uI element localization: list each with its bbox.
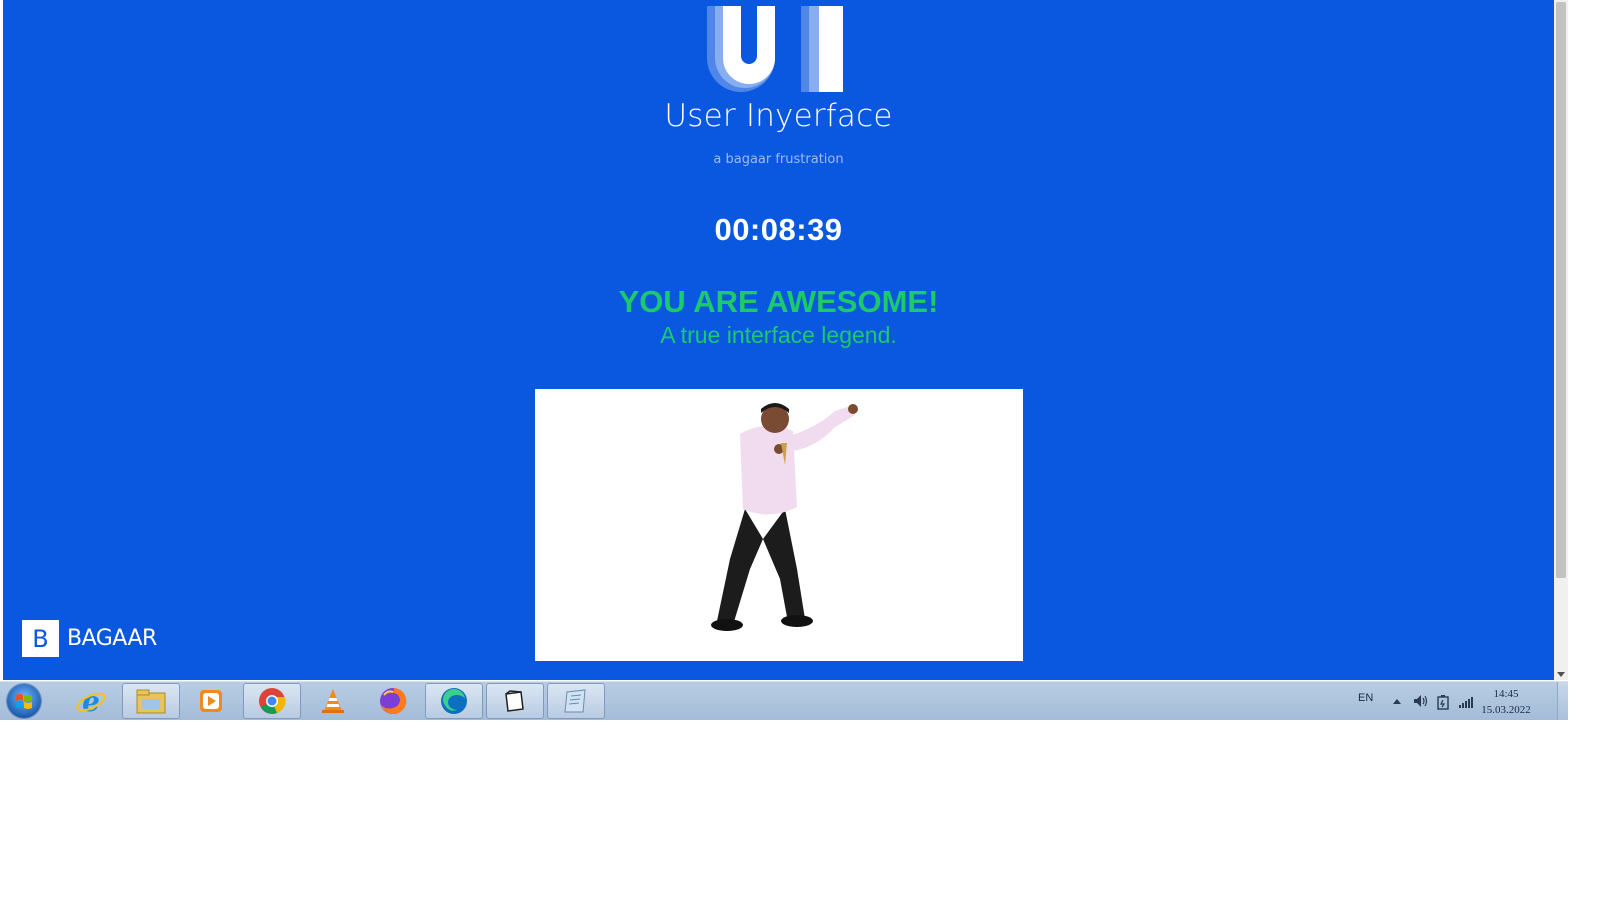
battery-power-icon[interactable] <box>1436 694 1450 710</box>
windows-logo-icon <box>16 694 32 709</box>
network-signal-icon[interactable] <box>1458 695 1474 708</box>
folder-icon <box>136 689 166 714</box>
taskbar-files[interactable] <box>486 683 544 719</box>
chrome-icon <box>259 688 286 714</box>
show-desktop-button[interactable] <box>1557 682 1568 720</box>
volume-icon[interactable] <box>1413 694 1429 708</box>
taskbar-firefox[interactable] <box>364 683 422 719</box>
taskbar-media-player[interactable] <box>182 683 240 719</box>
firefox-icon <box>380 687 407 714</box>
windows-taskbar: e EN 14:45 15.03.2022 <box>0 681 1568 720</box>
desktop-screen: User Inyerface a bagaar frustration 00:0… <box>0 0 1600 900</box>
success-headline: YOU ARE AWESOME! <box>618 284 939 319</box>
show-hidden-icons-icon[interactable] <box>1392 697 1402 705</box>
bagaar-logo-icon: B <box>22 620 59 657</box>
taskbar-vlc[interactable] <box>304 683 362 719</box>
taskbar-clock[interactable]: 14:45 15.03.2022 <box>1476 686 1536 718</box>
success-subline: A true interface legend. <box>660 322 897 348</box>
elapsed-timer: 00:08:39 <box>714 212 843 247</box>
system-tray: EN 14:45 15.03.2022 <box>1328 682 1568 720</box>
taskbar-internet-explorer[interactable]: e <box>62 683 120 719</box>
bagaar-brand[interactable]: B BAGAAR <box>22 620 157 657</box>
language-indicator[interactable]: EN <box>1358 692 1373 704</box>
scrollbar-thumb[interactable] <box>1556 2 1566 578</box>
browser-page: User Inyerface a bagaar frustration 00:0… <box>3 0 1554 680</box>
taskbar-notepad[interactable] <box>547 683 605 719</box>
scroll-down-arrow[interactable] <box>1557 672 1565 677</box>
taskbar-chrome[interactable] <box>243 683 301 719</box>
file-manager-icon <box>505 690 524 712</box>
clock-date: 15.03.2022 <box>1481 704 1531 716</box>
app-title: User Inyerface <box>664 98 893 134</box>
taskbar-edge[interactable] <box>425 683 483 719</box>
dancing-man-figure <box>711 403 858 631</box>
svg-text:e: e <box>82 685 100 717</box>
taskbar-file-explorer[interactable] <box>122 683 180 719</box>
clock-time: 14:45 <box>1493 688 1519 700</box>
dancing-man-image <box>535 389 1023 661</box>
brand-name: BAGAAR <box>67 626 157 651</box>
notepad-icon <box>564 689 586 713</box>
app-subtitle: a bagaar frustration <box>713 152 844 167</box>
internet-explorer-icon: e <box>76 685 106 717</box>
ui-logo <box>707 6 843 92</box>
media-player-icon <box>200 690 222 712</box>
edge-icon <box>441 688 467 714</box>
start-button[interactable] <box>7 684 41 718</box>
vertical-scrollbar[interactable] <box>1554 0 1568 680</box>
vlc-cone-icon <box>322 689 344 713</box>
